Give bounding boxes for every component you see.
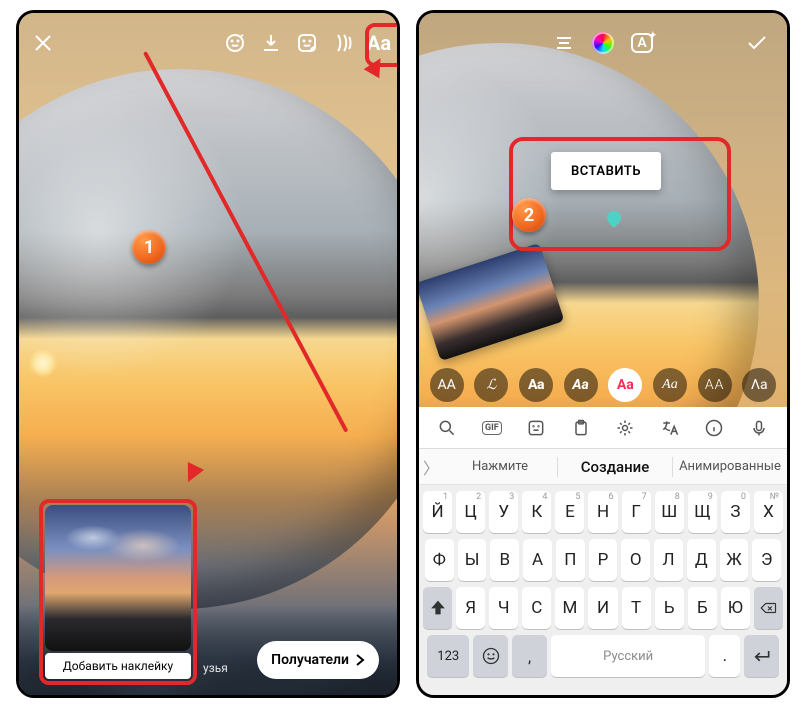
keyboard-area: GIF 〉 Нажмите Создание Анимированные Й1Ц…: [419, 407, 787, 695]
key-З[interactable]: З0: [721, 491, 750, 533]
font-option-7[interactable]: Λa: [742, 368, 776, 402]
suggestion-center[interactable]: Создание: [558, 458, 672, 476]
shift-key[interactable]: [423, 587, 452, 629]
chevron-right-icon: [355, 654, 365, 666]
font-option-0[interactable]: AA: [430, 368, 464, 402]
recipients-button[interactable]: Получатели: [257, 641, 379, 679]
settings-icon[interactable]: [609, 414, 641, 442]
key-Ж[interactable]: Ж: [720, 539, 749, 581]
color-picker-icon[interactable]: [592, 32, 614, 54]
clipboard-icon[interactable]: [565, 414, 597, 442]
key-И[interactable]: И: [588, 587, 617, 629]
symbols-key[interactable]: 123: [427, 635, 469, 677]
key-Щ[interactable]: Щ9: [688, 491, 717, 533]
font-option-3[interactable]: Aa: [564, 368, 598, 402]
annotation-step-badge-1: 1: [132, 230, 166, 264]
font-option-5[interactable]: Aa: [653, 368, 687, 402]
enter-key[interactable]: [744, 635, 779, 677]
keyboard-keys: Й1Ц2У3К4Е5Н6Г7Ш8Щ9З0Х№ ФЫВАПРОЛДЖЭ ЯЧСМИ…: [419, 485, 787, 683]
face-filter-icon[interactable]: [217, 25, 253, 61]
suggestion-expand-icon[interactable]: 〉: [419, 455, 443, 479]
period-key[interactable]: .: [709, 635, 740, 677]
text-editor-topbar: A✦: [419, 21, 787, 65]
sticker-keyboard-icon[interactable]: [520, 414, 552, 442]
align-icon[interactable]: [546, 25, 582, 61]
editor-topbar: Aa: [19, 21, 397, 65]
key-Н[interactable]: Н6: [588, 491, 617, 533]
mic-icon[interactable]: [743, 414, 775, 442]
backspace-key[interactable]: [754, 587, 783, 629]
annotation-step-badge-2: 2: [512, 198, 546, 232]
close-icon[interactable]: [25, 25, 61, 61]
keyboard-toolbar: GIF: [419, 407, 787, 449]
key-Е[interactable]: Е5: [555, 491, 584, 533]
key-М[interactable]: М: [555, 587, 584, 629]
effects-icon[interactable]: [325, 25, 361, 61]
sticker-icon[interactable]: [289, 25, 325, 61]
font-option-2[interactable]: Aa: [519, 368, 553, 402]
translate-icon[interactable]: [654, 414, 686, 442]
download-icon[interactable]: [253, 25, 289, 61]
suggestion-right[interactable]: Анимированные: [673, 459, 787, 474]
space-key[interactable]: Русский: [551, 635, 705, 677]
search-icon[interactable]: [431, 414, 463, 442]
key-Р[interactable]: Р: [589, 539, 618, 581]
key-Я[interactable]: Я: [456, 587, 485, 629]
gif-button[interactable]: GIF: [476, 414, 508, 442]
done-button[interactable]: [739, 25, 775, 61]
add-sticker-label[interactable]: Добавить наклейку: [45, 653, 191, 679]
key-П[interactable]: П: [556, 539, 585, 581]
key-Ь[interactable]: Ь: [655, 587, 684, 629]
key-К[interactable]: К4: [522, 491, 551, 533]
key-Ч[interactable]: Ч: [489, 587, 518, 629]
font-option-1[interactable]: ℒ: [474, 368, 508, 402]
key-Ц[interactable]: Ц2: [456, 491, 485, 533]
font-picker-row: AA ℒ Aa Aa Aa Aa AA Λa: [419, 365, 787, 405]
key-Ш[interactable]: Ш8: [655, 491, 684, 533]
text-tool-button[interactable]: Aa: [361, 25, 397, 61]
key-А[interactable]: А: [523, 539, 552, 581]
info-icon[interactable]: [698, 414, 730, 442]
key-Э[interactable]: Э: [752, 539, 781, 581]
key-С[interactable]: С: [522, 587, 551, 629]
key-Ф[interactable]: Ф: [425, 539, 454, 581]
key-Д[interactable]: Д: [687, 539, 716, 581]
language-key[interactable]: ,: [512, 635, 547, 677]
key-В[interactable]: В: [490, 539, 519, 581]
text-effects-icon[interactable]: A✦: [624, 25, 660, 61]
emoji-key[interactable]: [473, 635, 508, 677]
key-Б[interactable]: Б: [688, 587, 717, 629]
clipboard-photo-sticker[interactable]: [45, 505, 191, 651]
font-option-selected[interactable]: Aa: [608, 368, 642, 402]
key-У[interactable]: У3: [489, 491, 518, 533]
text-entry-screen: A✦ ВСТАВИТЬ AA ℒ Aa Aa Aa Aa AA Λa GIF: [416, 10, 790, 698]
suggestion-bar: 〉 Нажмите Создание Анимированные: [419, 449, 787, 485]
key-Х[interactable]: Х№: [754, 491, 783, 533]
font-option-6[interactable]: AA: [698, 368, 732, 402]
key-О[interactable]: О: [621, 539, 650, 581]
suggestion-left[interactable]: Нажмите: [443, 459, 557, 474]
key-Л[interactable]: Л: [654, 539, 683, 581]
close-friends-hint: узья: [203, 661, 228, 675]
key-Г[interactable]: Г7: [622, 491, 651, 533]
key-Т[interactable]: Т: [622, 587, 651, 629]
story-editor-screen: Aa Добавить наклейку узья Получатели: [16, 10, 400, 698]
key-Ы[interactable]: Ы: [458, 539, 487, 581]
paste-popup[interactable]: ВСТАВИТЬ: [551, 152, 661, 190]
key-Ю[interactable]: Ю: [721, 587, 750, 629]
key-Й[interactable]: Й1: [423, 491, 452, 533]
recipients-label: Получатели: [271, 652, 349, 668]
